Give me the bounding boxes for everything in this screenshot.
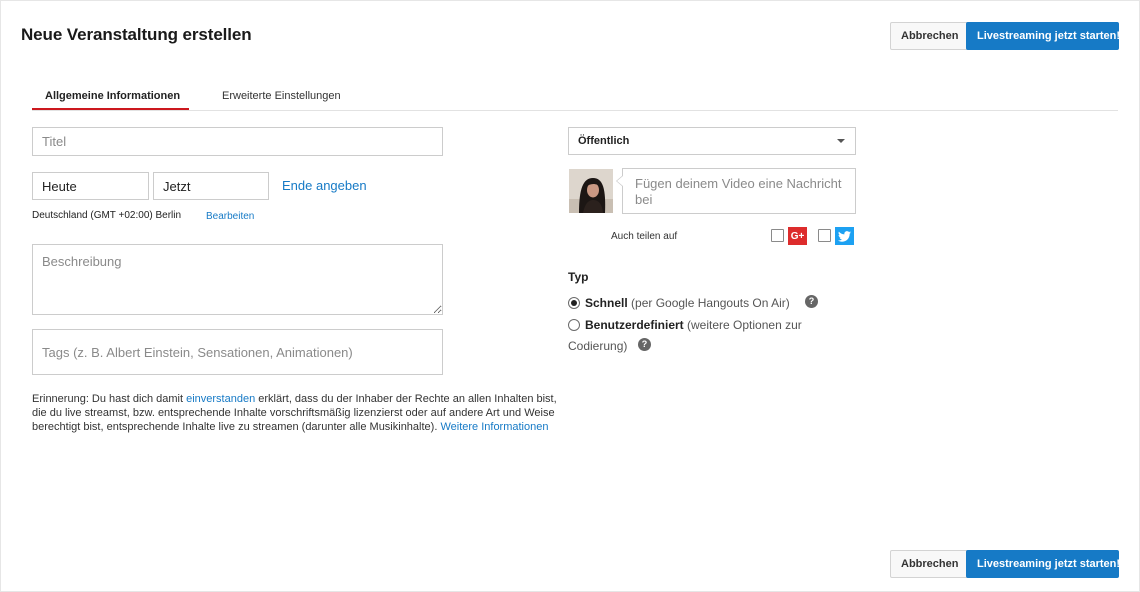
date-input[interactable] <box>32 172 149 200</box>
type-custom-label: Benutzerdefiniert (weitere Optionen zur <box>585 317 802 333</box>
type-quick-detail: (per Google Hangouts On Air) <box>627 296 790 310</box>
type-heading: Typ <box>568 270 589 284</box>
chevron-down-icon <box>837 139 845 143</box>
message-box <box>616 168 856 214</box>
type-custom-detail: (weitere Optionen zur <box>683 318 802 332</box>
type-custom-radio[interactable] <box>568 319 580 331</box>
cancel-button-bottom[interactable]: Abbrechen <box>890 550 970 578</box>
time-input[interactable] <box>153 172 269 200</box>
tab-divider <box>32 110 1118 111</box>
title-input[interactable] <box>32 127 443 156</box>
gplus-share-checkbox[interactable] <box>771 229 784 242</box>
twitter-share-checkbox[interactable] <box>818 229 831 242</box>
timezone-text: Deutschland (GMT +02:00) Berlin <box>32 210 182 221</box>
twitter-bird-icon <box>835 227 854 245</box>
avatar <box>569 169 613 213</box>
share-message-input[interactable] <box>622 168 856 214</box>
start-streaming-button-top[interactable]: Livestreaming jetzt starten! <box>966 22 1120 50</box>
timezone-edit-link[interactable]: Bearbeiten <box>206 211 254 222</box>
speech-notch-inner <box>617 176 623 186</box>
page-title: Neue Veranstaltung erstellen <box>21 25 252 44</box>
google-plus-icon: G+ <box>788 227 807 245</box>
cancel-button-top[interactable]: Abbrechen <box>890 22 970 50</box>
privacy-select[interactable]: Öffentlich <box>568 127 856 155</box>
tab-general-info[interactable]: Allgemeine Informationen <box>45 90 180 102</box>
type-quick-label: Schnell (per Google Hangouts On Air) <box>585 295 790 311</box>
tags-input[interactable] <box>32 329 443 375</box>
agreement-link[interactable]: einverstanden <box>186 393 255 405</box>
notice-text-1: Erinnerung: Du hast dich damit <box>32 393 187 405</box>
type-custom-label-cont: Codierung) <box>568 339 628 353</box>
type-quick-name: Schnell <box>585 296 628 310</box>
rights-notice: Erinnerung: Du hast dich damit einversta… <box>32 392 562 434</box>
share-also-label: Auch teilen auf <box>611 231 678 242</box>
type-quick-radio[interactable] <box>568 297 580 309</box>
help-icon[interactable]: ? <box>805 295 818 308</box>
avatar-image <box>569 169 613 213</box>
start-streaming-button-bottom[interactable]: Livestreaming jetzt starten! <box>966 550 1120 578</box>
more-info-link[interactable]: Weitere Informationen <box>440 421 548 433</box>
privacy-selected-value: Öffentlich <box>578 135 630 147</box>
end-time-link[interactable]: Ende angeben <box>282 178 367 193</box>
tab-advanced-settings[interactable]: Erweiterte Einstellungen <box>222 90 341 102</box>
help-icon[interactable]: ? <box>638 338 651 351</box>
type-custom-name: Benutzerdefiniert <box>585 318 684 332</box>
description-input[interactable] <box>32 244 443 315</box>
